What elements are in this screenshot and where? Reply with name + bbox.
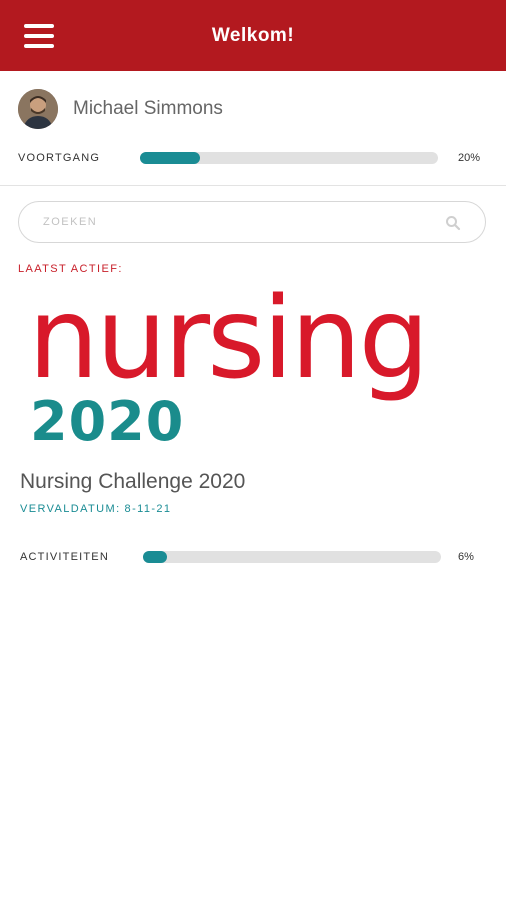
progress-track — [140, 152, 438, 164]
search-input[interactable] — [43, 216, 433, 228]
app-header: Welkom! — [0, 0, 506, 71]
search-bar[interactable] — [18, 201, 486, 243]
banner-word: nursing — [28, 274, 430, 404]
hamburger-menu-icon[interactable] — [24, 24, 54, 48]
activities-track — [143, 551, 441, 563]
progress-label: VOORTGANG — [18, 152, 101, 164]
due-value: 8-11-21 — [124, 503, 172, 515]
due-date: VERVALDATUM: 8-11-21 — [20, 503, 171, 515]
page-title: Welkom! — [211, 24, 295, 46]
due-label: VERVALDATUM: — [20, 503, 121, 515]
activities-percent: 6% — [458, 551, 474, 563]
progress-fill — [140, 152, 200, 164]
activities-label: ACTIVITEITEN — [20, 551, 109, 563]
activities-fill — [143, 551, 167, 563]
activities-progress: ACTIVITEITEN 6% — [20, 550, 486, 564]
banner-year: 2020 — [30, 390, 185, 453]
avatar[interactable] — [18, 89, 58, 129]
user-profile[interactable]: Michael Simmons — [18, 88, 223, 130]
overall-progress: VOORTGANG 20% — [18, 151, 486, 165]
course-banner-image[interactable]: nursing 2020 — [0, 283, 506, 453]
divider — [0, 185, 506, 186]
progress-percent: 20% — [458, 152, 481, 164]
search-icon[interactable] — [445, 215, 461, 231]
course-title[interactable]: Nursing Challenge 2020 — [20, 470, 245, 494]
user-name: Michael Simmons — [73, 98, 223, 119]
